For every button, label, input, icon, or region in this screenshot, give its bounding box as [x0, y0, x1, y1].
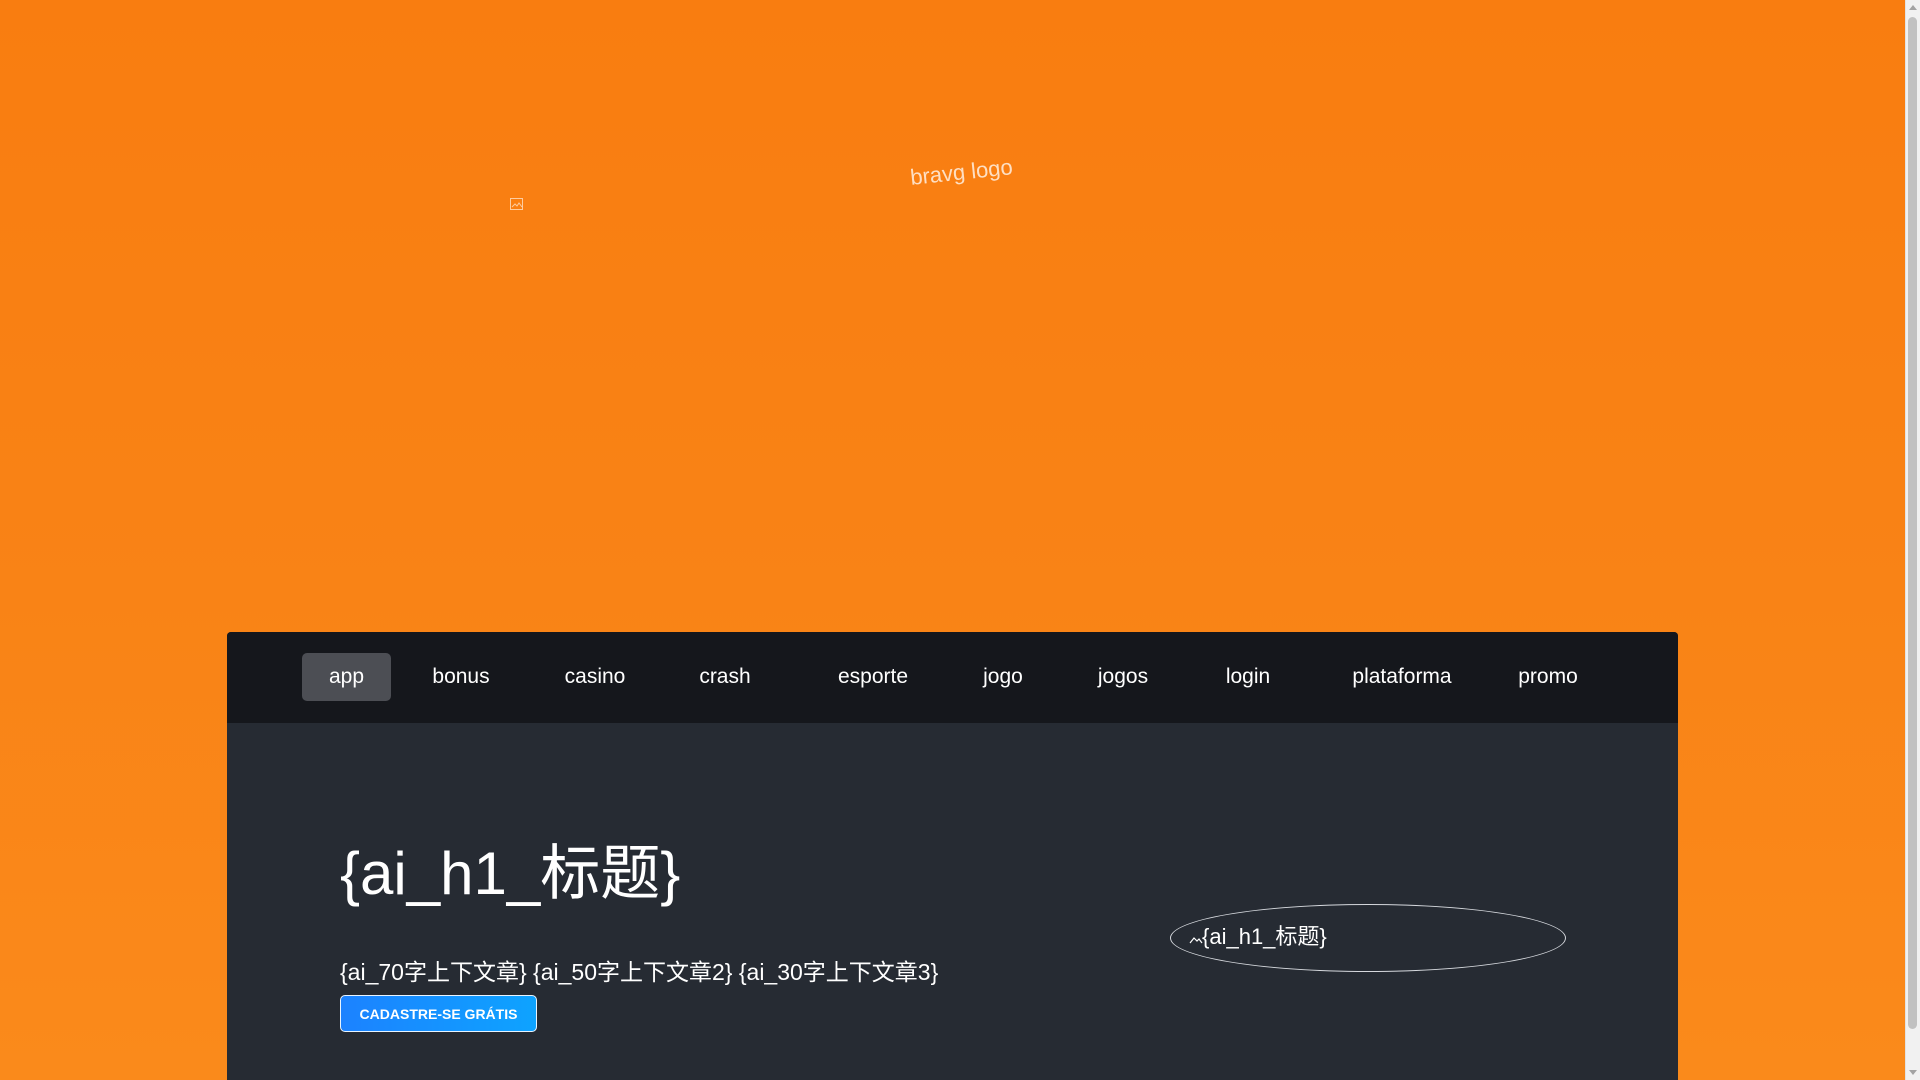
nav-item-bonus[interactable]: bonus [427, 653, 495, 701]
nav-item-crash[interactable]: crash [695, 653, 755, 701]
hero-image: {ai_h1_标题} [1170, 904, 1566, 972]
hero-description: {ai_70字上下文章} {ai_50字上下文章2} {ai_30字上下文章3} [340, 959, 939, 985]
nav-item-app[interactable]: app [302, 653, 391, 701]
hero-image-alt-text: {ai_h1_标题} [1202, 924, 1327, 949]
logo-alt-text[interactable]: bravg logo [909, 154, 1014, 191]
main-nav: app bonus casino crash esporte jogo jogo… [227, 632, 1678, 723]
nav-item-casino[interactable]: casino [560, 653, 630, 701]
page: bravg logo app bonus casino crash esport… [0, 0, 1905, 1080]
scroll-down-arrow-icon[interactable] [1909, 1070, 1917, 1075]
hero-title: {ai_h1_标题} [340, 840, 681, 907]
nav-item-promo[interactable]: promo [1511, 653, 1585, 701]
scroll-thumb[interactable] [1908, 17, 1917, 1029]
nav-item-esporte[interactable]: esporte [830, 653, 916, 701]
scroll-up-arrow-icon[interactable] [1909, 5, 1917, 10]
signup-button[interactable]: CADASTRE-SE GRÁTIS [340, 995, 537, 1032]
broken-image-icon [510, 198, 526, 212]
vertical-scrollbar[interactable] [1905, 0, 1920, 1080]
nav-item-login[interactable]: login [1216, 653, 1280, 701]
broken-image-icon [1189, 932, 1203, 944]
nav-item-jogo[interactable]: jogo [976, 653, 1030, 701]
nav-item-jogos[interactable]: jogos [1091, 653, 1155, 701]
main-card: app bonus casino crash esporte jogo jogo… [227, 632, 1678, 1080]
nav-item-plataforma[interactable]: plataforma [1340, 653, 1464, 701]
